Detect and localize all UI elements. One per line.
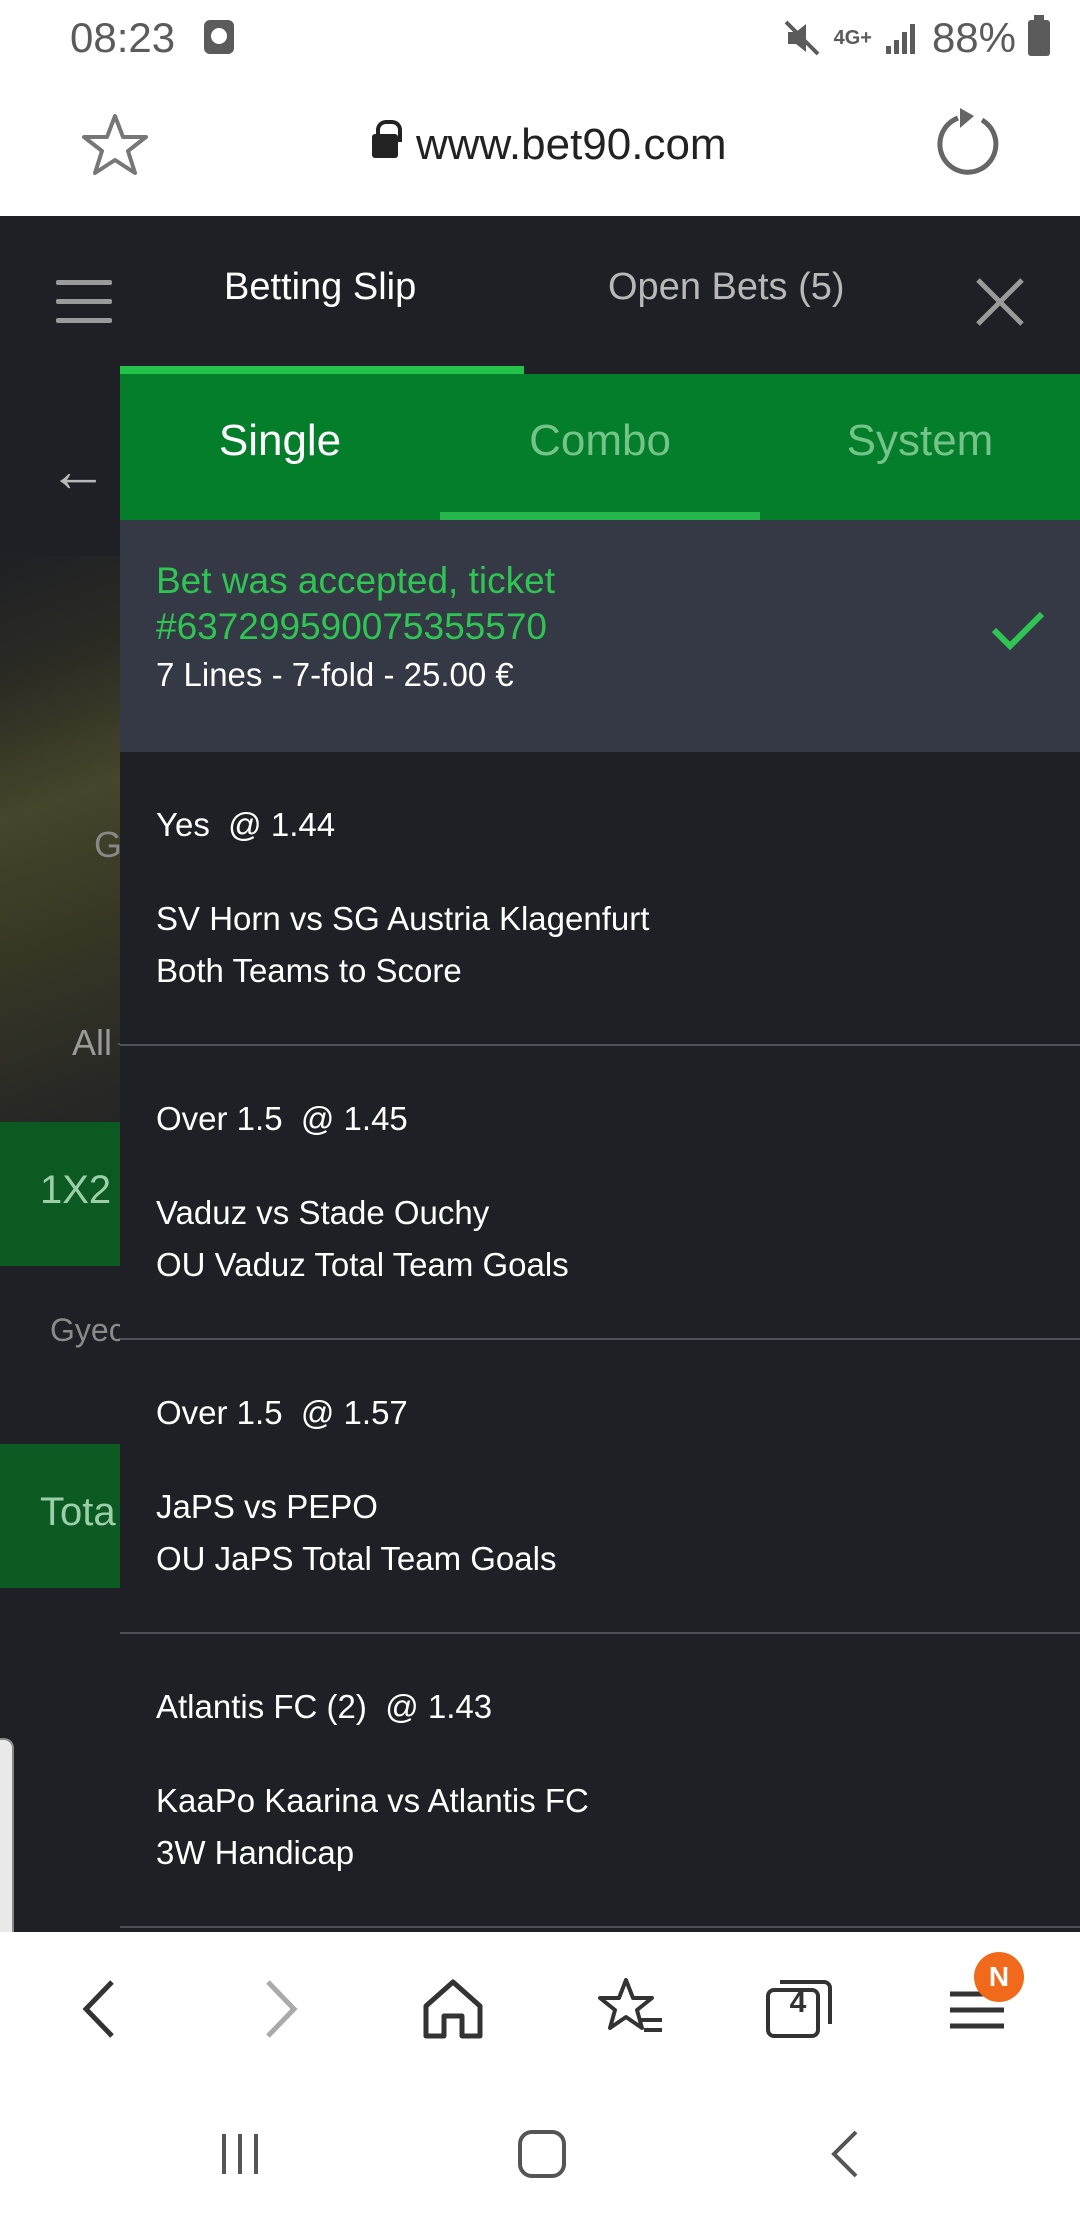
network-type: 4G+: [833, 27, 872, 49]
status-time: 08:23: [70, 14, 176, 61]
site-label-all: All: [72, 1022, 113, 1063]
bookmark-star-icon[interactable]: [80, 110, 150, 180]
tab-betting-slip[interactable]: Betting Slip: [224, 266, 416, 309]
url-text: www.bet90.com: [416, 120, 727, 169]
bet-item[interactable]: Over 1.5 @ 1.57 JaPS vs PEPO OU JaPS Tot…: [120, 1340, 1080, 1634]
bet-pick: Yes @ 1.44: [156, 806, 336, 843]
checkmark-icon: [991, 611, 1045, 651]
bet-pick: Over 1.5 @ 1.45: [156, 1100, 408, 1137]
browser-toolbar: 4 N: [0, 1932, 1080, 2080]
market-total[interactable]: Tota: [0, 1444, 120, 1588]
home-button-icon[interactable]: [512, 2124, 572, 2184]
accepted-message: Bet was accepted, ticket #63729959007535…: [156, 560, 555, 647]
reload-icon[interactable]: [930, 106, 1006, 182]
bet-market: OU Vaduz Total Team Goals: [156, 1246, 569, 1283]
mute-icon: [784, 20, 819, 56]
alarm-icon: [204, 20, 234, 54]
tab-system[interactable]: System: [760, 416, 1080, 466]
active-tab-indicator: [120, 366, 524, 374]
site-label-g: G: [94, 824, 123, 865]
status-bar: 08:23 4G+ 88%: [0, 0, 1080, 76]
back-icon[interactable]: [66, 1974, 136, 2044]
bet-match: Vaduz vs Stade Ouchy: [156, 1194, 490, 1231]
battery-icon: [1028, 15, 1050, 56]
system-back-icon[interactable]: [816, 2124, 876, 2184]
bet-list: Yes @ 1.44 SV Horn vs SG Austria Klagenf…: [120, 752, 1080, 1932]
bet-accepted-banner: Bet was accepted, ticket #63729959007535…: [120, 520, 1080, 752]
battery-percent: 88%: [931, 14, 1016, 61]
tab-count: 4: [789, 1986, 807, 2019]
back-arrow-icon[interactable]: ←: [48, 436, 108, 505]
bet-pick: Over 1.5 @ 1.57: [156, 1394, 408, 1431]
bet-match: KaaPo Kaarina vs Atlantis FC: [156, 1782, 589, 1819]
tab-combo[interactable]: Combo: [440, 416, 760, 466]
slip-header: Betting Slip Open Bets (5): [120, 216, 1080, 374]
bet-pick: Atlantis FC (2) @ 1.43: [156, 1688, 493, 1725]
home-icon[interactable]: [418, 1974, 488, 2044]
bet-type-indicator: [440, 512, 760, 520]
bet-market: Both Teams to Score: [156, 952, 462, 989]
bet-item[interactable]: Atlantis FC (2) @ 1.43 KaaPo Kaarina vs …: [120, 1634, 1080, 1928]
notification-badge: N: [974, 1952, 1024, 2002]
bet-match: JaPS vs PEPO: [156, 1488, 378, 1525]
bet-market: 3W Handicap: [156, 1834, 355, 1871]
site-label-gyec: Gyec: [50, 1312, 125, 1348]
lock-icon: [372, 120, 402, 160]
bet-item[interactable]: Over 1.5 @ 1.45 Vaduz vs Stade Ouchy OU …: [120, 1046, 1080, 1340]
forward-icon[interactable]: [244, 1974, 314, 2044]
recent-apps-icon[interactable]: [212, 2124, 272, 2184]
status-right: 4G+ 88%: [782, 14, 1050, 62]
tab-single[interactable]: Single: [120, 416, 440, 466]
menu-icon[interactable]: [56, 280, 112, 324]
url-field[interactable]: www.bet90.com: [372, 120, 727, 170]
browser-address-bar: www.bet90.com: [0, 76, 1080, 216]
bet-match: SV Horn vs SG Austria Klagenfurt: [156, 900, 650, 937]
accepted-summary: 7 Lines - 7-fold - 25.00 €: [156, 656, 514, 693]
bet-item[interactable]: Yes @ 1.44 SV Horn vs SG Austria Klagenf…: [120, 752, 1080, 1046]
close-icon[interactable]: [972, 274, 1028, 330]
match-banner-image: [0, 556, 120, 1176]
tab-open-bets[interactable]: Open Bets (5): [608, 266, 845, 309]
signal-icon: [885, 24, 915, 54]
market-1x2[interactable]: 1X2: [0, 1122, 120, 1266]
system-nav-bar: [0, 2080, 1080, 2220]
bookmarks-icon[interactable]: [596, 1974, 666, 2044]
bet-market: OU JaPS Total Team Goals: [156, 1540, 557, 1577]
bet-type-tabs: Single Combo System: [120, 374, 1080, 520]
